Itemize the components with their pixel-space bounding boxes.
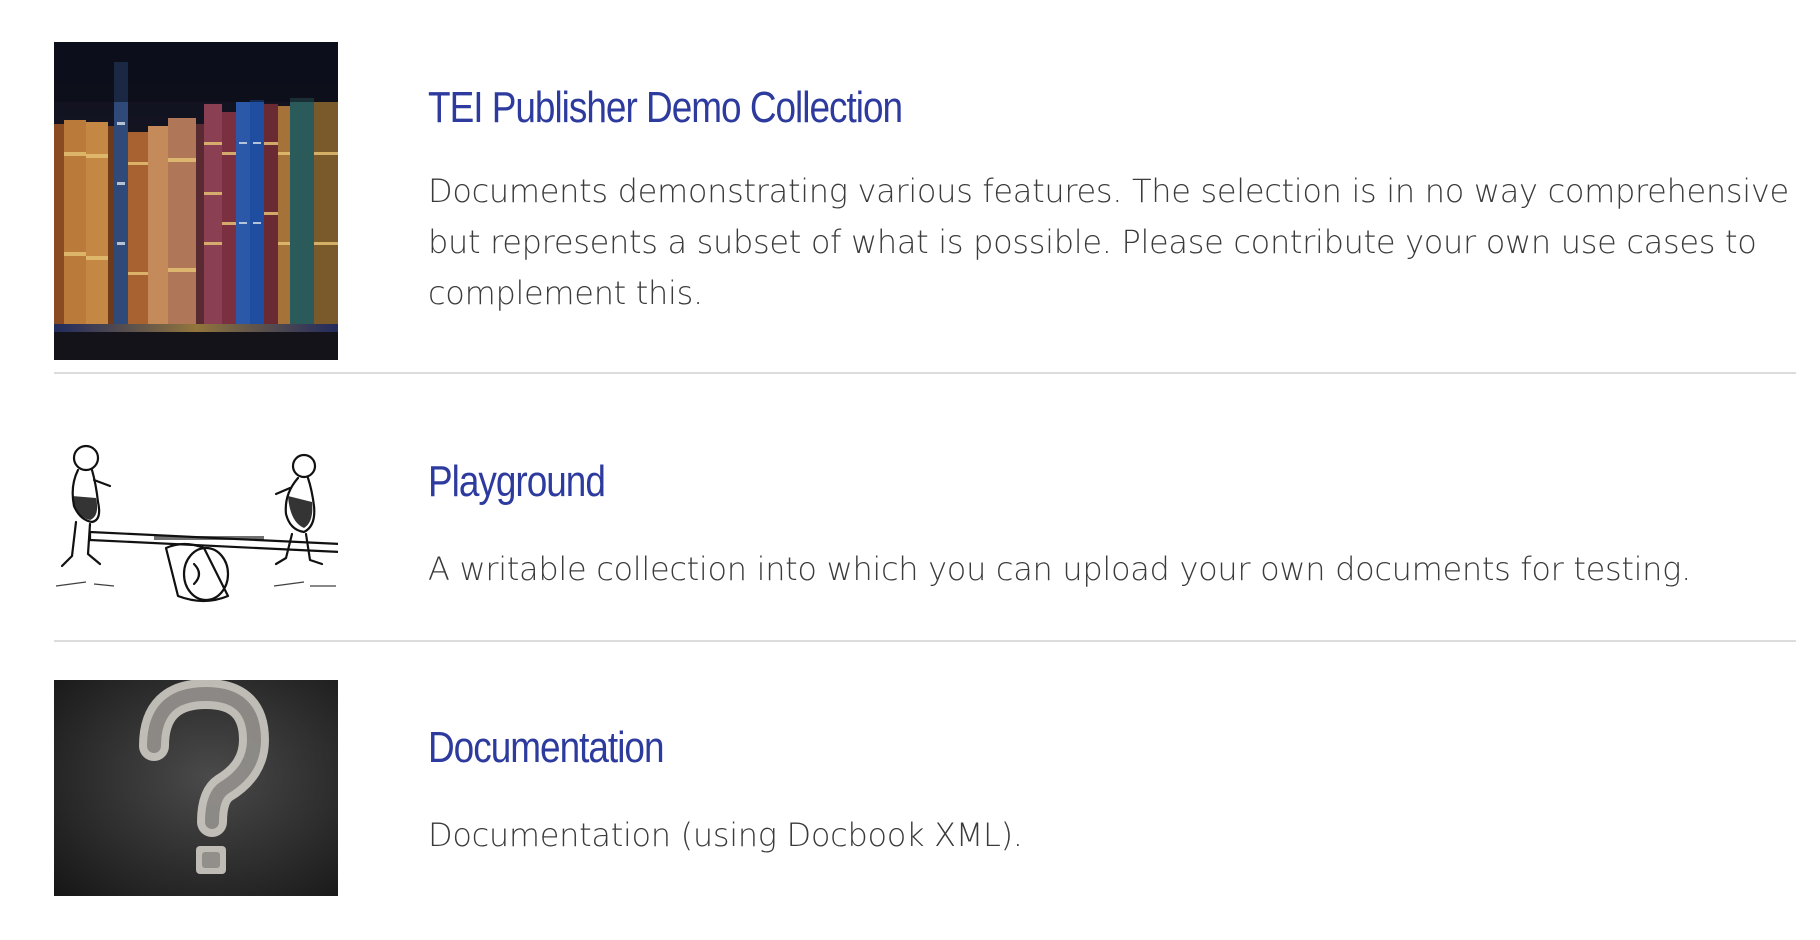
collection-description: Documentation (using Docbook XML). bbox=[428, 816, 1023, 854]
collection-text: TEI Publisher Demo Collection Documents … bbox=[428, 42, 1820, 319]
collection-text: Documentation Documentation (using Docbo… bbox=[428, 642, 1796, 861]
collection-title[interactable]: Documentation bbox=[428, 722, 1577, 774]
collection-text: Playground A writable collection into wh… bbox=[428, 374, 1796, 595]
collection-description: A writable collection into which you can… bbox=[428, 550, 1691, 588]
collection-title[interactable]: Playground bbox=[428, 456, 1577, 508]
question-mark-image[interactable] bbox=[54, 680, 338, 896]
collection-list: TEI Publisher Demo Collection Documents … bbox=[54, 42, 1796, 904]
collection-description: Documents demonstrating various features… bbox=[428, 172, 1789, 312]
collection-item-documentation: Documentation Documentation (using Docbo… bbox=[54, 642, 1796, 904]
seesaw-image[interactable] bbox=[54, 436, 338, 606]
collection-item-demo: TEI Publisher Demo Collection Documents … bbox=[54, 42, 1796, 374]
collection-item-playground: Playground A writable collection into wh… bbox=[54, 374, 1796, 642]
collection-title[interactable]: TEI Publisher Demo Collection bbox=[428, 82, 1612, 134]
bookshelf-image[interactable] bbox=[54, 42, 338, 360]
